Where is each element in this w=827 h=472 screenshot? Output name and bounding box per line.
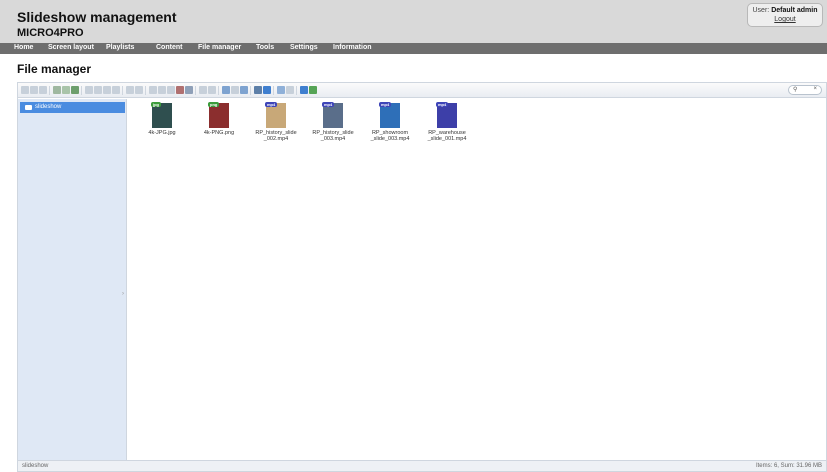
file-thumbnail: mp4 bbox=[436, 102, 457, 128]
user-name: Default admin bbox=[771, 7, 818, 14]
file-type-badge: mp4 bbox=[436, 102, 449, 107]
file-thumbnail: mp4 bbox=[265, 102, 286, 128]
nav-item-file-manager[interactable]: File manager bbox=[198, 44, 241, 51]
toolbar-divider bbox=[145, 86, 146, 95]
edit-icon[interactable] bbox=[208, 86, 216, 94]
file-thumbnail: mp4 bbox=[322, 102, 343, 128]
file-type-badge: mp4 bbox=[322, 102, 335, 107]
paste-icon[interactable] bbox=[167, 86, 175, 94]
file-name: RP_showroom _slide_003.mp4 bbox=[370, 130, 410, 142]
file-type-badge: jpg bbox=[151, 102, 161, 107]
icon-view-icon[interactable] bbox=[300, 86, 308, 94]
collapse-handle-icon[interactable]: › bbox=[122, 291, 124, 297]
view-icon[interactable] bbox=[263, 86, 271, 94]
forward-icon[interactable] bbox=[30, 86, 38, 94]
file-name: RP_history_slide _002.mp4 bbox=[255, 130, 297, 142]
file-type-badge: mp4 bbox=[265, 102, 278, 107]
rename-icon[interactable] bbox=[199, 86, 207, 94]
search-icon: ⚲ bbox=[793, 87, 798, 93]
file-type-badge: png bbox=[208, 102, 220, 107]
page-title: File manager bbox=[17, 62, 92, 76]
file-item[interactable]: png 4k-PNG.png bbox=[190, 102, 248, 149]
toolbar-divider bbox=[273, 86, 274, 95]
folder-tree: slideshow › bbox=[18, 99, 127, 460]
file-manager: ⚲ × slideshow › jpg 4k-JPG.jpg png 4k-PN… bbox=[17, 82, 827, 472]
file-name: 4k-PNG.png bbox=[203, 130, 235, 136]
nav-item-information[interactable]: Information bbox=[333, 44, 372, 51]
nav-item-content[interactable]: Content bbox=[156, 44, 182, 51]
toolbar-divider bbox=[49, 86, 50, 95]
logout-link[interactable]: Logout bbox=[748, 15, 822, 24]
app-title: Slideshow management bbox=[17, 9, 177, 25]
duplicate-icon[interactable] bbox=[185, 86, 193, 94]
home-icon[interactable] bbox=[53, 86, 61, 94]
file-thumbnail: mp4 bbox=[379, 102, 400, 128]
back-icon[interactable] bbox=[21, 86, 29, 94]
file-item[interactable]: mp4 RP_showroom _slide_003.mp4 bbox=[361, 102, 419, 149]
file-grid: jpg 4k-JPG.jpg png 4k-PNG.png mp4 RP_his… bbox=[128, 99, 826, 460]
copy-icon[interactable] bbox=[149, 86, 157, 94]
file-name: RP_history_slide _003.mp4 bbox=[312, 130, 354, 142]
toolbar-divider bbox=[296, 86, 297, 95]
archive-icon[interactable] bbox=[240, 86, 248, 94]
file-thumbnail: jpg bbox=[151, 102, 172, 128]
up-icon[interactable] bbox=[39, 86, 47, 94]
toolbar-divider bbox=[81, 86, 82, 95]
nav-item-screen-layout[interactable]: Screen layout bbox=[48, 44, 94, 51]
toolbar: ⚲ × bbox=[18, 83, 826, 98]
redo-icon[interactable] bbox=[135, 86, 143, 94]
fullscreen-icon[interactable] bbox=[309, 86, 317, 94]
undo-icon[interactable] bbox=[126, 86, 134, 94]
info-icon[interactable] bbox=[254, 86, 262, 94]
app-subtitle: MICRO4PRO bbox=[17, 27, 84, 39]
file-name: RP_warehouse _slide_001.mp4 bbox=[427, 130, 467, 142]
user-box: User: Default admin Logout bbox=[747, 3, 823, 27]
download-icon[interactable] bbox=[103, 86, 111, 94]
status-path: slideshow bbox=[22, 463, 49, 469]
list-view-icon[interactable] bbox=[286, 86, 294, 94]
status-bar: slideshow Items: 6, Sum: 31.96 MB bbox=[18, 460, 826, 471]
tree-item-slideshow[interactable]: slideshow bbox=[20, 102, 125, 113]
file-item[interactable]: mp4 RP_history_slide _002.mp4 bbox=[247, 102, 305, 149]
nav-item-playlists[interactable]: Playlists bbox=[106, 44, 134, 51]
nav-item-settings[interactable]: Settings bbox=[290, 44, 318, 51]
file-item[interactable]: jpg 4k-JPG.jpg bbox=[133, 102, 191, 149]
nav-item-tools[interactable]: Tools bbox=[256, 44, 274, 51]
resize-icon[interactable] bbox=[222, 86, 230, 94]
app-header: Slideshow management MICRO4PRO User: Def… bbox=[0, 0, 827, 43]
nav-item-home[interactable]: Home bbox=[14, 44, 33, 51]
toolbar-divider bbox=[195, 86, 196, 95]
user-prefix: User: bbox=[752, 7, 770, 14]
toolbar-divider bbox=[250, 86, 251, 95]
open-icon[interactable] bbox=[85, 86, 93, 94]
extract-icon[interactable] bbox=[231, 86, 239, 94]
toolbar-divider bbox=[122, 86, 123, 95]
search-input[interactable]: ⚲ × bbox=[788, 85, 822, 95]
status-summary: Items: 6, Sum: 31.96 MB bbox=[755, 463, 822, 469]
file-item[interactable]: mp4 RP_history_slide _003.mp4 bbox=[304, 102, 362, 149]
new-file-icon[interactable] bbox=[94, 86, 102, 94]
main-nav: Home Screen layout Playlists Content Fil… bbox=[0, 43, 827, 54]
clear-icon[interactable]: × bbox=[813, 86, 817, 92]
folder-icon bbox=[25, 105, 32, 110]
cut-icon[interactable] bbox=[158, 86, 166, 94]
sort-icon[interactable] bbox=[277, 86, 285, 94]
file-thumbnail: png bbox=[208, 102, 229, 128]
delete-icon[interactable] bbox=[176, 86, 184, 94]
tree-item-label: slideshow bbox=[35, 104, 62, 110]
file-item[interactable]: mp4 RP_warehouse _slide_001.mp4 bbox=[418, 102, 476, 149]
upload-icon[interactable] bbox=[112, 86, 120, 94]
toolbar-divider bbox=[218, 86, 219, 95]
reload-icon[interactable] bbox=[62, 86, 70, 94]
save-icon[interactable] bbox=[71, 86, 79, 94]
file-type-badge: mp4 bbox=[379, 102, 392, 107]
file-name: 4k-JPG.jpg bbox=[148, 130, 176, 136]
